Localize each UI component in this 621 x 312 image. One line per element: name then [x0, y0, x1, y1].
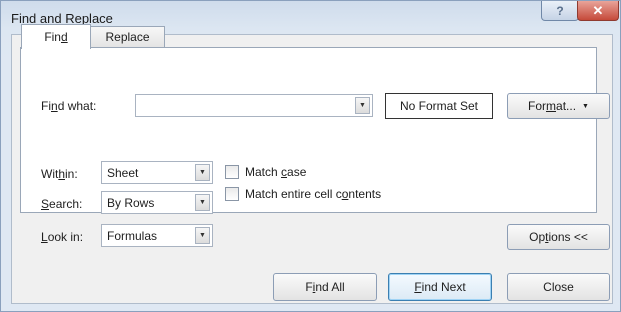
find-what-label: Find what:	[41, 99, 97, 113]
tab-find[interactable]: Find	[21, 24, 91, 49]
look-in-dropdown-icon[interactable]: ▼	[195, 227, 210, 244]
tab-find-label: Find	[44, 30, 68, 44]
look-in-select[interactable]: Formulas ▼	[101, 224, 213, 247]
match-entire-cell-checkbox[interactable]	[225, 187, 239, 201]
close-button[interactable]: Close	[507, 273, 610, 301]
options-button[interactable]: Options <<	[507, 224, 610, 250]
search-label: Search:	[41, 197, 83, 211]
find-next-label: Find Next	[414, 280, 466, 294]
search-dropdown-icon[interactable]: ▼	[195, 194, 210, 211]
tab-replace[interactable]: Replace	[90, 26, 165, 47]
format-button[interactable]: Format... ▼	[507, 93, 610, 119]
close-icon: ✕	[592, 2, 604, 18]
within-dropdown-icon[interactable]: ▼	[195, 164, 210, 181]
find-what-dropdown-icon[interactable]: ▼	[355, 97, 370, 114]
format-preview-box: No Format Set	[385, 93, 493, 119]
find-next-button[interactable]: Find Next	[388, 273, 492, 301]
look-in-label: Look in:	[41, 230, 84, 244]
find-all-button[interactable]: Find All	[273, 273, 377, 301]
match-case-label[interactable]: Match case	[245, 165, 306, 179]
within-select[interactable]: Sheet ▼	[101, 161, 213, 184]
find-all-label: Find All	[305, 280, 345, 294]
find-what-input[interactable]: ▼	[135, 94, 373, 117]
format-dropdown-icon: ▼	[582, 102, 589, 110]
find-replace-dialog: Find and Replace ? ✕ Replace Find Find w…	[0, 0, 621, 312]
tab-replace-label: Replace	[105, 30, 150, 44]
help-icon: ?	[556, 3, 564, 18]
match-case-checkbox[interactable]	[225, 165, 239, 179]
search-select[interactable]: By Rows ▼	[101, 191, 213, 214]
format-button-label: Format...	[528, 99, 577, 113]
close-label: Close	[543, 280, 574, 294]
match-entire-cell-label[interactable]: Match entire cell contents	[245, 187, 381, 201]
within-label: Within:	[41, 167, 78, 181]
close-window-button[interactable]: ✕	[577, 1, 619, 21]
options-button-label: Options <<	[529, 230, 588, 244]
help-button[interactable]: ?	[541, 1, 579, 21]
